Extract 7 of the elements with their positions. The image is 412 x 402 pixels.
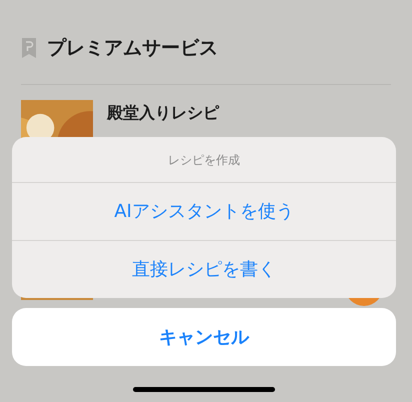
cancel-button[interactable]: キャンセル	[12, 308, 396, 366]
action-option[interactable]: AIアシスタントを使う	[12, 182, 396, 240]
action-option[interactable]: 直接レシピを書く	[12, 240, 396, 298]
section-title: プレミアムサービス	[47, 36, 218, 61]
recipe-title: 殿堂入りレシピ	[107, 102, 219, 124]
sheet-title: レシピを作成	[167, 152, 241, 168]
bookmark-icon	[21, 37, 37, 59]
